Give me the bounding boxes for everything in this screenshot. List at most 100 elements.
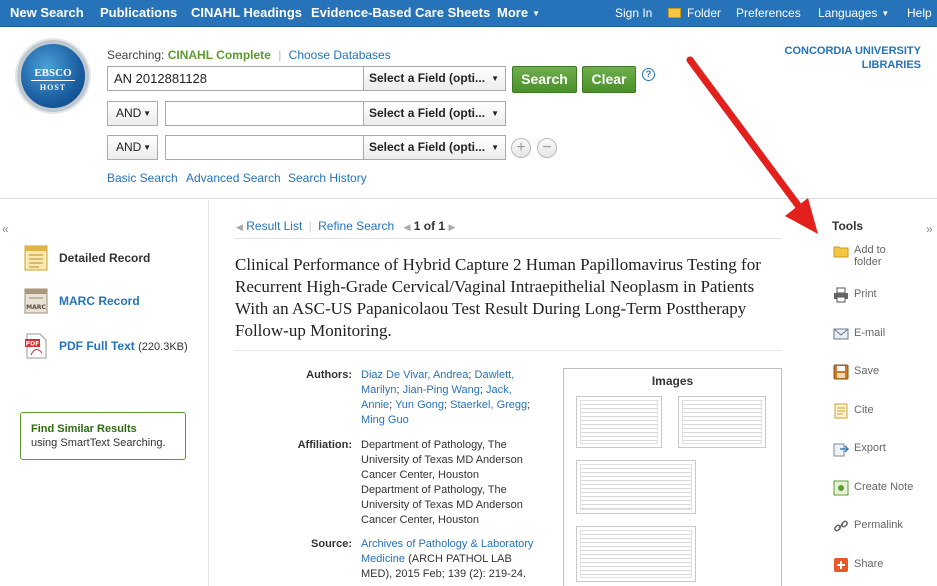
- folder-icon: [668, 8, 681, 18]
- add-row-icon[interactable]: +: [511, 138, 531, 158]
- basic-search-link[interactable]: Basic Search: [107, 171, 178, 185]
- next-page-icon[interactable]: ▶: [448, 222, 455, 232]
- refine-search-link[interactable]: Refine Search: [318, 219, 394, 233]
- author-link[interactable]: Staerkel, Gregg: [450, 399, 527, 411]
- logo-text: EBSCO HOST: [31, 68, 75, 93]
- nav-languages[interactable]: Languages ▼: [818, 0, 889, 27]
- share-icon: [834, 558, 848, 572]
- nav-cinahl-headings[interactable]: CINAHL Headings: [191, 0, 302, 27]
- title-divider: [234, 350, 782, 351]
- field-select-row3-label: Select a Field (opti...: [369, 140, 486, 154]
- chevron-down-icon: ▼: [491, 143, 499, 152]
- chevron-left-icon: ◀: [236, 222, 243, 232]
- pdf-full-text-label: PDF Full Text (220.3KB): [59, 339, 188, 353]
- result-navigation: ◀ Result List | Refine Search ◀ 1 of 1 ▶: [236, 219, 455, 233]
- tool-create-note-label: Create Note: [854, 481, 914, 493]
- authors-label: Authors:: [306, 369, 352, 381]
- ebscohost-logo[interactable]: EBSCO HOST: [17, 40, 89, 112]
- nav-new-search[interactable]: New Search: [10, 0, 84, 27]
- searching-label: Searching:: [107, 48, 165, 62]
- logo-line2: HOST: [31, 80, 75, 93]
- expand-right-icon[interactable]: »: [926, 222, 933, 236]
- authors-value: Diaz De Vivar, Andrea; Dawlett, Marilyn;…: [361, 369, 531, 426]
- field-select-row3[interactable]: Select a Field (opti... ▼: [363, 135, 506, 160]
- advanced-search-link[interactable]: Advanced Search: [186, 171, 281, 185]
- nav-sign-in[interactable]: Sign In: [615, 0, 652, 27]
- nav-more[interactable]: More ▼: [497, 0, 540, 27]
- clear-button[interactable]: Clear: [582, 66, 636, 93]
- source-value: Archives of Pathology & Laboratory Medic…: [361, 537, 541, 582]
- institution-line1: CONCORDIA UNIVERSITY: [784, 45, 922, 57]
- result-list-link[interactable]: Result List: [246, 219, 302, 233]
- institution-name[interactable]: CONCORDIA UNIVERSITY LIBRARIES: [785, 44, 922, 72]
- database-name: CINAHL Complete: [167, 48, 271, 62]
- affiliation-value: Department of Pathology, The University …: [361, 438, 541, 528]
- institution-line2: LIBRARIES: [861, 59, 921, 71]
- logo-line1: EBSCO: [34, 67, 72, 79]
- export-icon: [833, 443, 849, 457]
- cite-icon: [834, 403, 848, 419]
- separator: |: [308, 219, 312, 233]
- pdf-icon-text: PDF: [26, 341, 39, 348]
- chevron-down-icon: ▼: [143, 109, 151, 118]
- source-label: Source:: [311, 538, 352, 550]
- field-select-row2[interactable]: Select a Field (opti... ▼: [363, 101, 506, 126]
- nav-preferences[interactable]: Preferences: [736, 0, 801, 27]
- pdf-icon: PDF: [25, 333, 47, 359]
- pdf-full-text-link: PDF Full Text: [59, 339, 135, 353]
- help-icon[interactable]: ?: [642, 68, 655, 81]
- tool-add-to-folder-label: Add to folder: [854, 244, 886, 268]
- remove-row-icon[interactable]: −: [537, 138, 557, 158]
- choose-databases-link[interactable]: Choose Databases: [289, 48, 391, 62]
- separator: |: [278, 48, 282, 62]
- top-nav-bar: New Search Publications CINAHL Headings …: [0, 0, 937, 27]
- link-icon: [834, 520, 848, 532]
- search-input-row2[interactable]: [165, 101, 364, 126]
- search-input-row1[interactable]: AN 2012881128: [107, 66, 364, 91]
- tool-print-label: Print: [854, 288, 877, 300]
- image-thumbnail[interactable]: [678, 396, 766, 448]
- search-button[interactable]: Search: [512, 66, 577, 93]
- image-thumbnail[interactable]: [576, 460, 696, 514]
- image-thumbnail[interactable]: [576, 396, 662, 448]
- tools-title: Tools: [832, 219, 864, 233]
- author-link[interactable]: Diaz De Vivar, Andrea: [361, 369, 468, 381]
- find-similar-box[interactable]: Find Similar Results using SmartText Sea…: [20, 412, 186, 460]
- collapse-left-icon[interactable]: «: [2, 222, 9, 236]
- note-icon: [833, 480, 849, 496]
- chevron-down-icon: ▼: [491, 74, 499, 83]
- images-title: Images: [651, 374, 694, 388]
- nav-folder-label: Folder: [687, 6, 722, 20]
- affiliation-dept: Department of Pathology,: [361, 439, 485, 451]
- record-title: Clinical Performance of Hybrid Capture 2…: [235, 255, 761, 340]
- marc-record-label: MARC Record: [59, 294, 140, 308]
- nav-publications[interactable]: Publications: [100, 0, 177, 27]
- chevron-down-icon: ▼: [491, 109, 499, 118]
- author-link[interactable]: Yun Gong: [395, 399, 444, 411]
- affiliation-label: Affiliation:: [297, 439, 352, 451]
- chevron-down-icon: ▼: [532, 9, 540, 18]
- author-link[interactable]: Jian-Ping Wang: [403, 384, 480, 396]
- chevron-down-icon: ▼: [143, 143, 151, 152]
- nav-help[interactable]: Help: [907, 0, 932, 27]
- image-thumbnail[interactable]: [576, 526, 696, 582]
- tool-cite-label: Cite: [854, 404, 874, 416]
- tool-export-label: Export: [854, 442, 886, 454]
- author-link[interactable]: Ming Guo: [361, 414, 409, 426]
- prev-page-icon[interactable]: ◀: [404, 222, 411, 232]
- page-indicator: ◀ 1 of 1 ▶: [404, 219, 456, 233]
- search-input-row3[interactable]: [165, 135, 364, 160]
- field-select-row1[interactable]: Select a Field (opti... ▼: [363, 66, 506, 91]
- pdf-size: (220.3KB): [138, 341, 188, 353]
- search-history-link[interactable]: Search History: [288, 171, 367, 185]
- boolean-select-row2[interactable]: AND ▼: [107, 101, 158, 126]
- nav-evidence-based-care-sheets[interactable]: Evidence-Based Care Sheets: [311, 0, 490, 27]
- find-similar-subtitle: using SmartText Searching.: [31, 437, 166, 449]
- affiliation-dept: Department of Pathology,: [361, 484, 485, 496]
- folder-icon: [833, 246, 849, 258]
- nav-folder[interactable]: Folder: [668, 0, 721, 27]
- marc-icon-text: MARC: [26, 304, 46, 311]
- header-divider: [0, 198, 937, 199]
- boolean-select-row3[interactable]: AND ▼: [107, 135, 158, 160]
- marc-record-icon: MARC: [24, 288, 48, 314]
